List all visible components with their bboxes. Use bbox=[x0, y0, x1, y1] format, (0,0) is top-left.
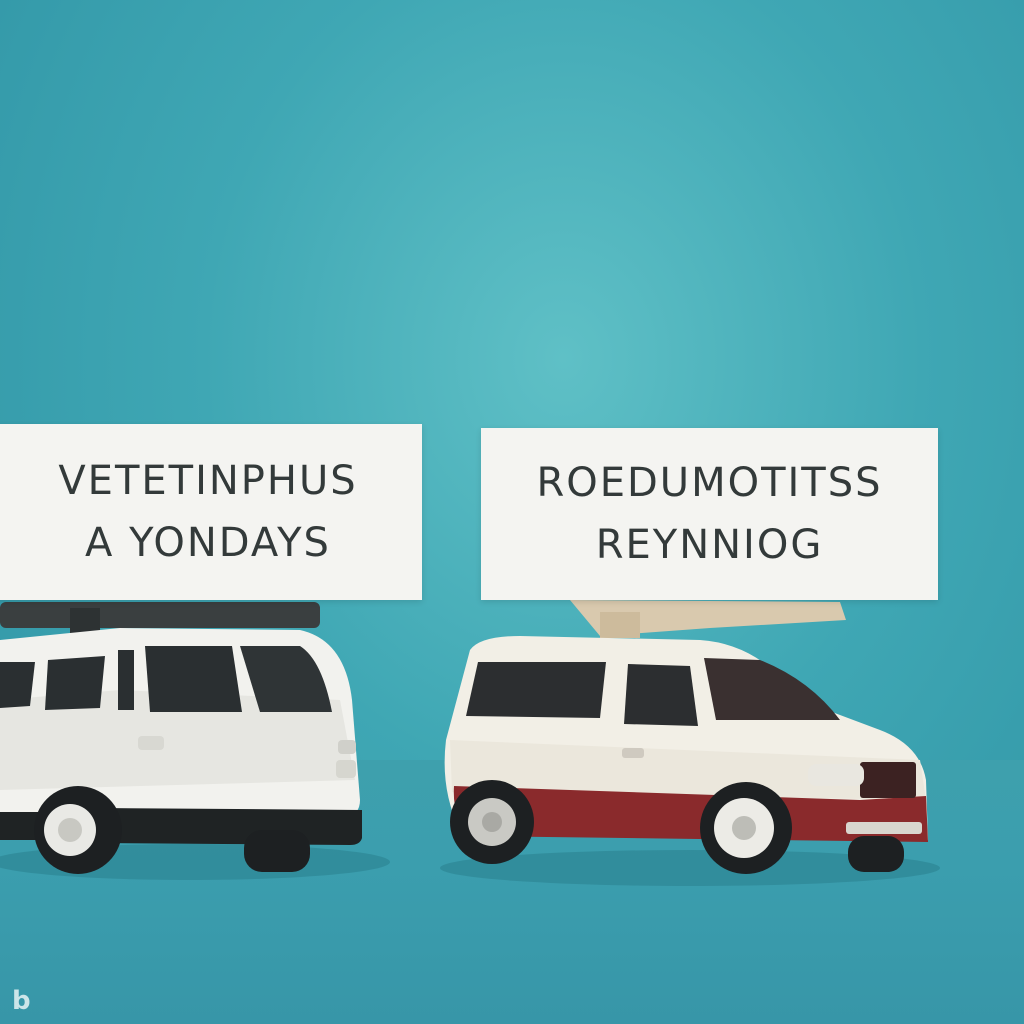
left-van bbox=[0, 602, 362, 874]
left-van-roof-rack bbox=[0, 602, 320, 628]
right-sign-line-2: REYNNIOG bbox=[595, 522, 824, 568]
left-sign-line-1: VETETINPHUS bbox=[58, 458, 358, 504]
right-van bbox=[444, 600, 928, 874]
right-van-windshield bbox=[704, 658, 840, 720]
left-van-front-window bbox=[145, 646, 242, 712]
left-sign: VETETINPHUS A YONDAYS bbox=[0, 424, 422, 600]
right-van-rear-window bbox=[466, 662, 606, 718]
left-van-side-window bbox=[0, 662, 35, 708]
right-van-front-window bbox=[624, 664, 698, 726]
photo-scene: VETETINPHUS A YONDAYS ROEDUMOTITSS REYNN… bbox=[0, 0, 1024, 1024]
bing-logo-icon: b bbox=[12, 986, 31, 1016]
right-sign: ROEDUMOTITSS REYNNIOG bbox=[481, 428, 938, 600]
right-sign-line-1: ROEDUMOTITSS bbox=[536, 460, 883, 506]
left-van-front-wheel bbox=[244, 830, 310, 872]
left-sign-line-2: A YONDAYS bbox=[85, 520, 331, 566]
right-van-grille bbox=[860, 762, 916, 798]
left-van-bumper bbox=[100, 808, 362, 845]
